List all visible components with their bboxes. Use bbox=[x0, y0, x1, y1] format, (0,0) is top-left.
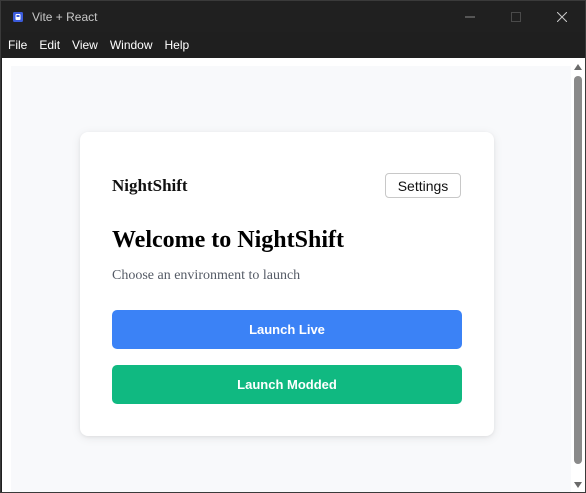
menu-file[interactable]: File bbox=[1, 32, 33, 58]
app-icon bbox=[12, 11, 24, 23]
menu-help[interactable]: Help bbox=[159, 32, 196, 58]
close-button[interactable] bbox=[539, 1, 585, 32]
launch-modded-button[interactable]: Launch Modded bbox=[112, 365, 462, 404]
launch-live-button[interactable]: Launch Live bbox=[112, 310, 462, 349]
vertical-scrollbar[interactable] bbox=[571, 58, 585, 492]
menu-view[interactable]: View bbox=[66, 32, 104, 58]
app-window: Vite + React File Edit View Window Help … bbox=[0, 0, 586, 493]
window-controls bbox=[447, 1, 585, 32]
menu-window[interactable]: Window bbox=[104, 32, 159, 58]
page-subtitle: Choose an environment to launch bbox=[112, 268, 301, 283]
window-title: Vite + React bbox=[32, 9, 98, 24]
minimize-button[interactable] bbox=[447, 1, 493, 32]
scrollbar-thumb[interactable] bbox=[574, 76, 582, 464]
minimize-icon bbox=[465, 16, 475, 17]
page-title: Welcome to NightShift bbox=[112, 227, 344, 253]
content-area: NightShift Settings Welcome to NightShif… bbox=[2, 58, 585, 492]
scroll-down-arrow-icon[interactable] bbox=[574, 480, 582, 490]
launcher-card: NightShift Settings Welcome to NightShif… bbox=[80, 132, 494, 436]
maximize-icon bbox=[511, 11, 521, 22]
title-bar[interactable]: Vite + React bbox=[1, 1, 585, 32]
menu-bar: File Edit View Window Help bbox=[1, 32, 585, 58]
scroll-up-arrow-icon[interactable] bbox=[574, 62, 582, 72]
page-viewport: NightShift Settings Welcome to NightShif… bbox=[11, 66, 572, 492]
maximize-button[interactable] bbox=[493, 1, 539, 32]
settings-button[interactable]: Settings bbox=[385, 173, 461, 198]
close-icon bbox=[557, 11, 567, 22]
brand-title: NightShift bbox=[112, 176, 188, 195]
menu-edit[interactable]: Edit bbox=[33, 32, 66, 58]
